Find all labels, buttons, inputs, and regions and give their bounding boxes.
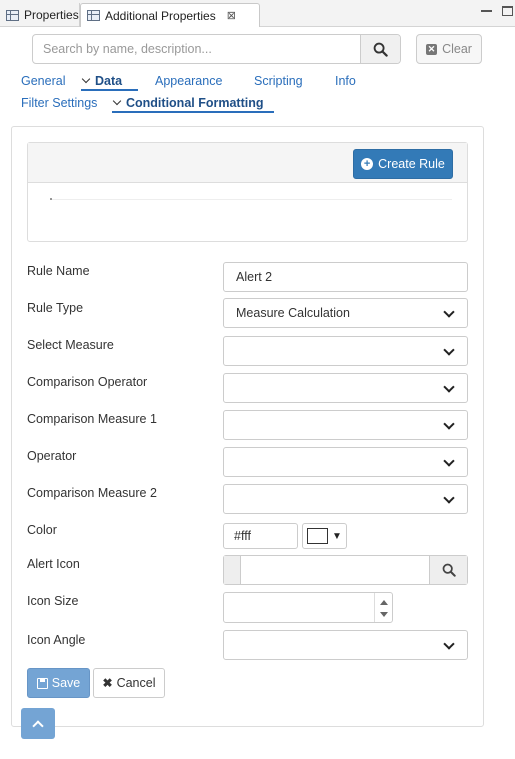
- comparison-measure-1-label: Comparison Measure 1: [27, 412, 157, 426]
- tab-properties[interactable]: Properties: [0, 3, 80, 27]
- rules-list-marker: [50, 198, 52, 200]
- color-swatch: [307, 528, 328, 544]
- tab-appearance[interactable]: Appearance: [155, 74, 222, 88]
- icon-angle-select[interactable]: [223, 630, 468, 660]
- tab-general[interactable]: General: [21, 74, 65, 88]
- tab-data-label: Data: [95, 74, 123, 88]
- rule-name-value: Alert 2: [236, 270, 273, 284]
- alert-icon-input[interactable]: [241, 556, 429, 584]
- search-box: [32, 34, 401, 64]
- select-measure-select[interactable]: [223, 336, 468, 366]
- search-icon: [373, 42, 388, 57]
- rule-name-input[interactable]: Alert 2: [223, 262, 468, 292]
- scroll-to-top-button[interactable]: [21, 708, 55, 739]
- cancel-button[interactable]: ✖ Cancel: [93, 668, 165, 698]
- rules-list-header: + Create Rule: [28, 143, 467, 183]
- operator-select[interactable]: [223, 447, 468, 477]
- tab-properties-label: Properties: [24, 8, 79, 22]
- operator-label: Operator: [27, 449, 77, 463]
- tab-info-label: Info: [335, 74, 356, 88]
- chevron-down-icon: [443, 418, 455, 430]
- rule-name-label: Rule Name: [27, 264, 90, 278]
- cancel-button-label: Cancel: [116, 676, 156, 690]
- minimize-icon[interactable]: [481, 6, 492, 12]
- alert-icon-search-button[interactable]: [429, 556, 467, 584]
- spin-down-icon[interactable]: [380, 612, 388, 617]
- tab-filter-settings[interactable]: Filter Settings: [21, 96, 97, 110]
- icon-size-spinner: [374, 593, 392, 622]
- search-input[interactable]: [33, 35, 360, 63]
- chevron-up-icon: [32, 719, 44, 732]
- tab-appearance-label: Appearance: [155, 74, 223, 88]
- chevron-down-icon: [443, 306, 455, 318]
- rule-type-select[interactable]: Measure Calculation: [223, 298, 468, 328]
- comparison-operator-label: Comparison Operator: [27, 375, 148, 389]
- rule-type-label: Rule Type: [27, 301, 84, 315]
- alert-icon-label: Alert Icon: [27, 557, 80, 571]
- create-rule-label: Create Rule: [378, 157, 445, 171]
- table-icon: [87, 10, 100, 21]
- color-value: #fff: [234, 529, 251, 543]
- tab-additional-properties-label: Additional Properties: [105, 8, 216, 23]
- tab-conditional-formatting-label: Conditional Formatting: [126, 96, 264, 110]
- rules-list: + Create Rule: [27, 142, 468, 242]
- tab-scripting-label: Scripting: [254, 74, 303, 88]
- save-button-label: Save: [51, 676, 81, 690]
- tab-data[interactable]: Data: [81, 74, 123, 88]
- color-input[interactable]: #fff: [223, 523, 298, 549]
- close-icon[interactable]: ⊠: [227, 9, 236, 22]
- spin-up-icon[interactable]: [380, 600, 388, 605]
- clear-button[interactable]: ✕ Clear: [416, 34, 482, 64]
- tab-filter-settings-label: Filter Settings: [21, 96, 98, 110]
- create-rule-button[interactable]: + Create Rule: [353, 149, 453, 179]
- close-icon: ✖: [102, 676, 113, 690]
- floppy-disk-icon: [36, 677, 48, 689]
- search-button[interactable]: [360, 35, 400, 63]
- clear-x-icon: ✕: [426, 43, 438, 55]
- chevron-down-icon: [443, 381, 455, 393]
- select-measure-label: Select Measure: [27, 338, 114, 352]
- maximize-icon[interactable]: [502, 6, 513, 16]
- chevron-down-icon: [81, 74, 91, 84]
- color-picker-button[interactable]: ▼: [302, 523, 347, 549]
- chevron-down-icon: [112, 96, 122, 106]
- rules-list-divider: [50, 199, 452, 200]
- tab-data-underline: [81, 89, 138, 91]
- search-icon: [442, 563, 456, 577]
- color-label: Color: [27, 523, 57, 537]
- icon-size-label: Icon Size: [27, 594, 79, 608]
- alert-icon-preview: [224, 556, 241, 584]
- comparison-measure-2-select[interactable]: [223, 484, 468, 514]
- comparison-measure-2-label: Comparison Measure 2: [27, 486, 157, 500]
- tab-conditional-formatting[interactable]: Conditional Formatting: [112, 96, 264, 110]
- alert-icon-picker: [223, 555, 468, 585]
- chevron-down-icon: [443, 455, 455, 467]
- chevron-down-icon: [443, 492, 455, 504]
- comparison-operator-select[interactable]: [223, 373, 468, 403]
- plus-circle-icon: +: [361, 158, 374, 170]
- tab-additional-properties[interactable]: Additional Properties ⊠: [80, 3, 260, 27]
- save-button[interactable]: Save: [27, 668, 90, 698]
- tab-general-label: General: [21, 74, 66, 88]
- tab-scripting[interactable]: Scripting: [254, 74, 303, 88]
- caret-down-icon: ▼: [332, 530, 342, 542]
- icon-size-input[interactable]: [223, 592, 393, 623]
- clear-button-label: Clear: [442, 42, 472, 56]
- tab-conditional-formatting-underline: [112, 111, 274, 113]
- comparison-measure-1-select[interactable]: [223, 410, 468, 440]
- chevron-down-icon: [443, 638, 455, 650]
- chevron-down-icon: [443, 344, 455, 356]
- rule-type-value: Measure Calculation: [236, 306, 350, 320]
- view-tab-bar: Properties Additional Properties ⊠: [0, 0, 515, 27]
- icon-angle-label: Icon Angle: [27, 633, 86, 647]
- tab-info[interactable]: Info: [335, 74, 356, 88]
- table-icon: [6, 9, 19, 21]
